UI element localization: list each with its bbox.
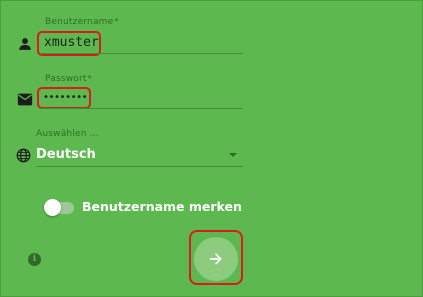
toggle-knob[interactable] — [44, 199, 61, 216]
password-label: Passwort* — [45, 74, 92, 84]
globe-icon — [16, 148, 31, 163]
chevron-down-icon[interactable] — [229, 153, 237, 157]
username-underline — [40, 53, 243, 54]
arrow-right-icon — [209, 253, 222, 265]
envelope-icon — [17, 93, 33, 106]
password-underline — [40, 108, 243, 109]
language-label: Auswählen ... — [36, 129, 99, 139]
info-icon[interactable]: i — [28, 253, 41, 266]
language-select[interactable]: Deutsch — [36, 147, 96, 162]
submit-button[interactable] — [194, 237, 238, 281]
language-underline — [36, 166, 243, 167]
username-label: Benutzername* — [45, 17, 119, 27]
password-highlight — [37, 87, 91, 109]
person-icon — [19, 38, 31, 50]
remember-label[interactable]: Benutzername merken — [82, 199, 242, 214]
